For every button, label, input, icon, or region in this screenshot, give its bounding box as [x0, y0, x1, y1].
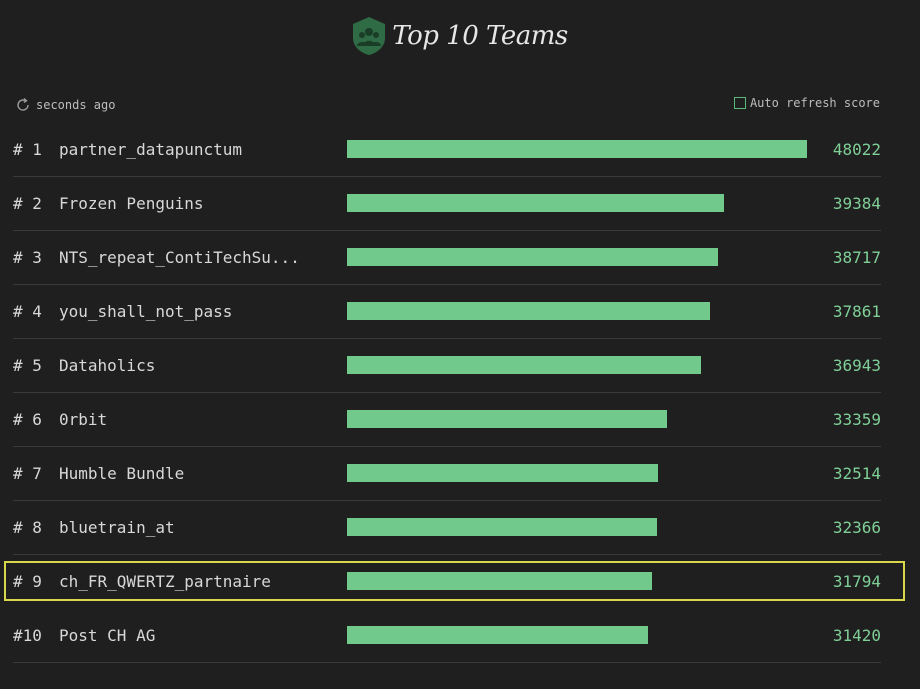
team-rank: #10	[13, 626, 42, 645]
score-bar	[347, 248, 718, 266]
team-score: 31794	[832, 572, 881, 591]
refresh-status: seconds ago	[15, 97, 115, 113]
team-row: # 5 Dataholics 36943	[13, 339, 881, 393]
team-rank: # 2	[13, 194, 42, 213]
score-bar-track	[347, 248, 807, 266]
team-score: 39384	[832, 194, 881, 213]
team-rank: # 1	[13, 140, 42, 159]
page-title: Top 10 Teams	[392, 21, 568, 51]
team-score: 37861	[832, 302, 881, 321]
team-row: # 8 bluetrain_at 32366	[13, 501, 881, 555]
team-score: 33359	[832, 410, 881, 429]
team-name: you_shall_not_pass	[59, 302, 233, 321]
team-score: 31420	[832, 626, 881, 645]
last-refresh-text: seconds ago	[36, 98, 116, 112]
team-score: 48022	[832, 140, 881, 159]
team-name: bluetrain_at	[59, 518, 175, 537]
team-row: # 1 partner_datapunctum 48022	[13, 123, 881, 177]
score-bar-track	[347, 410, 807, 428]
team-row: # 7 Humble Bundle 32514	[13, 447, 881, 501]
team-score: 32514	[832, 464, 881, 483]
team-row: # 3 NTS_repeat_ContiTechSu... 38717	[13, 231, 881, 285]
score-bar-track	[347, 194, 807, 212]
score-bar-track	[347, 140, 807, 158]
team-rank: # 3	[13, 248, 42, 267]
score-bar-track	[347, 518, 807, 536]
team-row: # 6 0rbit 33359	[13, 393, 881, 447]
team-name: Frozen Penguins	[59, 194, 204, 213]
team-score: 36943	[832, 356, 881, 375]
score-bar	[347, 302, 710, 320]
score-bar	[347, 518, 658, 536]
team-rank: # 8	[13, 518, 42, 537]
team-name: Post CH AG	[59, 626, 156, 645]
refresh-icon[interactable]	[15, 97, 31, 113]
team-row: # 9 ch_FR_QWERTZ_partnaire 31794	[4, 561, 905, 601]
score-bar	[347, 626, 648, 644]
team-rank: # 4	[13, 302, 42, 321]
auto-refresh-label: Auto refresh score	[749, 96, 880, 110]
auto-refresh-checkbox[interactable]	[733, 97, 746, 109]
team-rank: # 6	[13, 410, 42, 429]
team-score: 32366	[832, 518, 881, 537]
score-bar	[347, 356, 701, 374]
team-row: #10 Post CH AG 31420	[13, 609, 881, 663]
score-bar-track	[347, 302, 807, 320]
team-rank: # 5	[13, 356, 42, 375]
score-bar	[347, 572, 652, 590]
score-bar	[347, 464, 659, 482]
score-bar	[347, 194, 725, 212]
leaderboard: # 1 partner_datapunctum 48022 # 2 Frozen Pen…	[4, 123, 905, 663]
team-rank: # 9	[13, 572, 42, 591]
team-name: Humble Bundle	[59, 464, 185, 483]
score-bar	[347, 140, 807, 158]
score-bar-track	[347, 356, 807, 374]
score-bar	[347, 410, 667, 428]
team-row: # 4 you_shall_not_pass 37861	[13, 285, 881, 339]
team-name: NTS_repeat_ContiTechSu...	[59, 248, 300, 267]
team-name: 0rbit	[59, 410, 108, 429]
team-name: ch_FR_QWERTZ_partnaire	[59, 572, 271, 591]
score-bar-track	[347, 464, 807, 482]
team-name: partner_datapunctum	[59, 140, 243, 159]
page-header: Top 10 Teams	[0, 14, 920, 58]
team-rank: # 7	[13, 464, 42, 483]
team-row: # 2 Frozen Penguins 39384	[13, 177, 881, 231]
score-bar-track	[347, 572, 807, 590]
team-name: Dataholics	[59, 356, 156, 375]
team-score: 38717	[832, 248, 881, 267]
auto-refresh-toggle[interactable]: Auto refresh score	[733, 96, 880, 110]
score-bar-track	[347, 626, 807, 644]
team-shield-icon	[353, 17, 386, 55]
